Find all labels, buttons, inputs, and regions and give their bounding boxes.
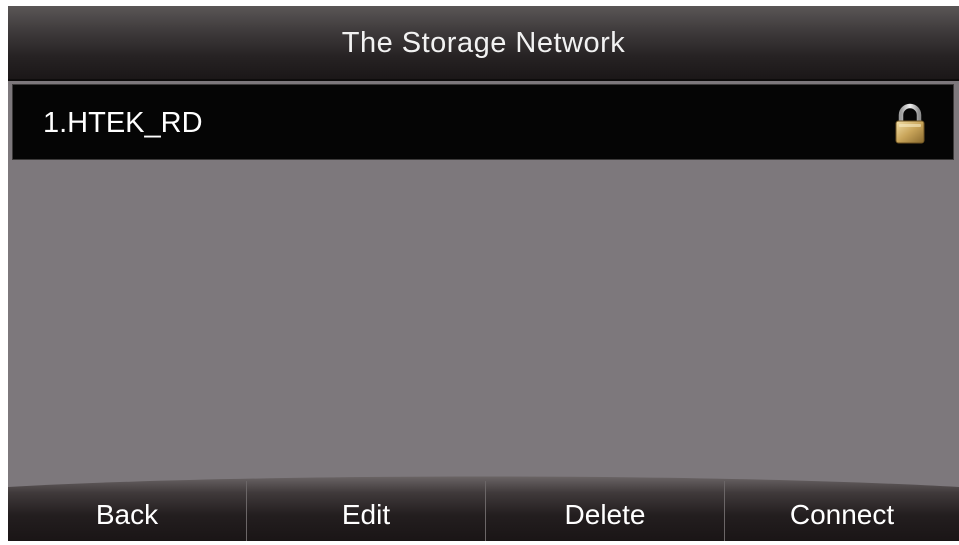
page-title: The Storage Network [341,27,626,59]
storage-network-panel: The Storage Network 1.HTEK_RD Back Edit … [8,6,959,541]
back-button[interactable]: Back [8,473,246,541]
back-button-label: Back [95,499,159,530]
network-name: 1.HTEK_RD [43,107,203,139]
edit-button-label: Edit [341,499,391,530]
title-bar: The Storage Network [8,6,959,81]
connect-button-label: Connect [789,499,895,530]
connect-button[interactable]: Connect [725,473,959,541]
network-list-item[interactable]: 1.HTEK_RD [12,84,954,160]
delete-button-label: Delete [564,499,646,530]
softkey-bar: Back Edit Delete Connect [8,473,959,541]
lock-icon [895,103,925,144]
phone-screen: The Storage Network 1.HTEK_RD Back Edit … [0,0,959,545]
delete-button[interactable]: Delete [486,473,724,541]
edit-button[interactable]: Edit [247,473,485,541]
